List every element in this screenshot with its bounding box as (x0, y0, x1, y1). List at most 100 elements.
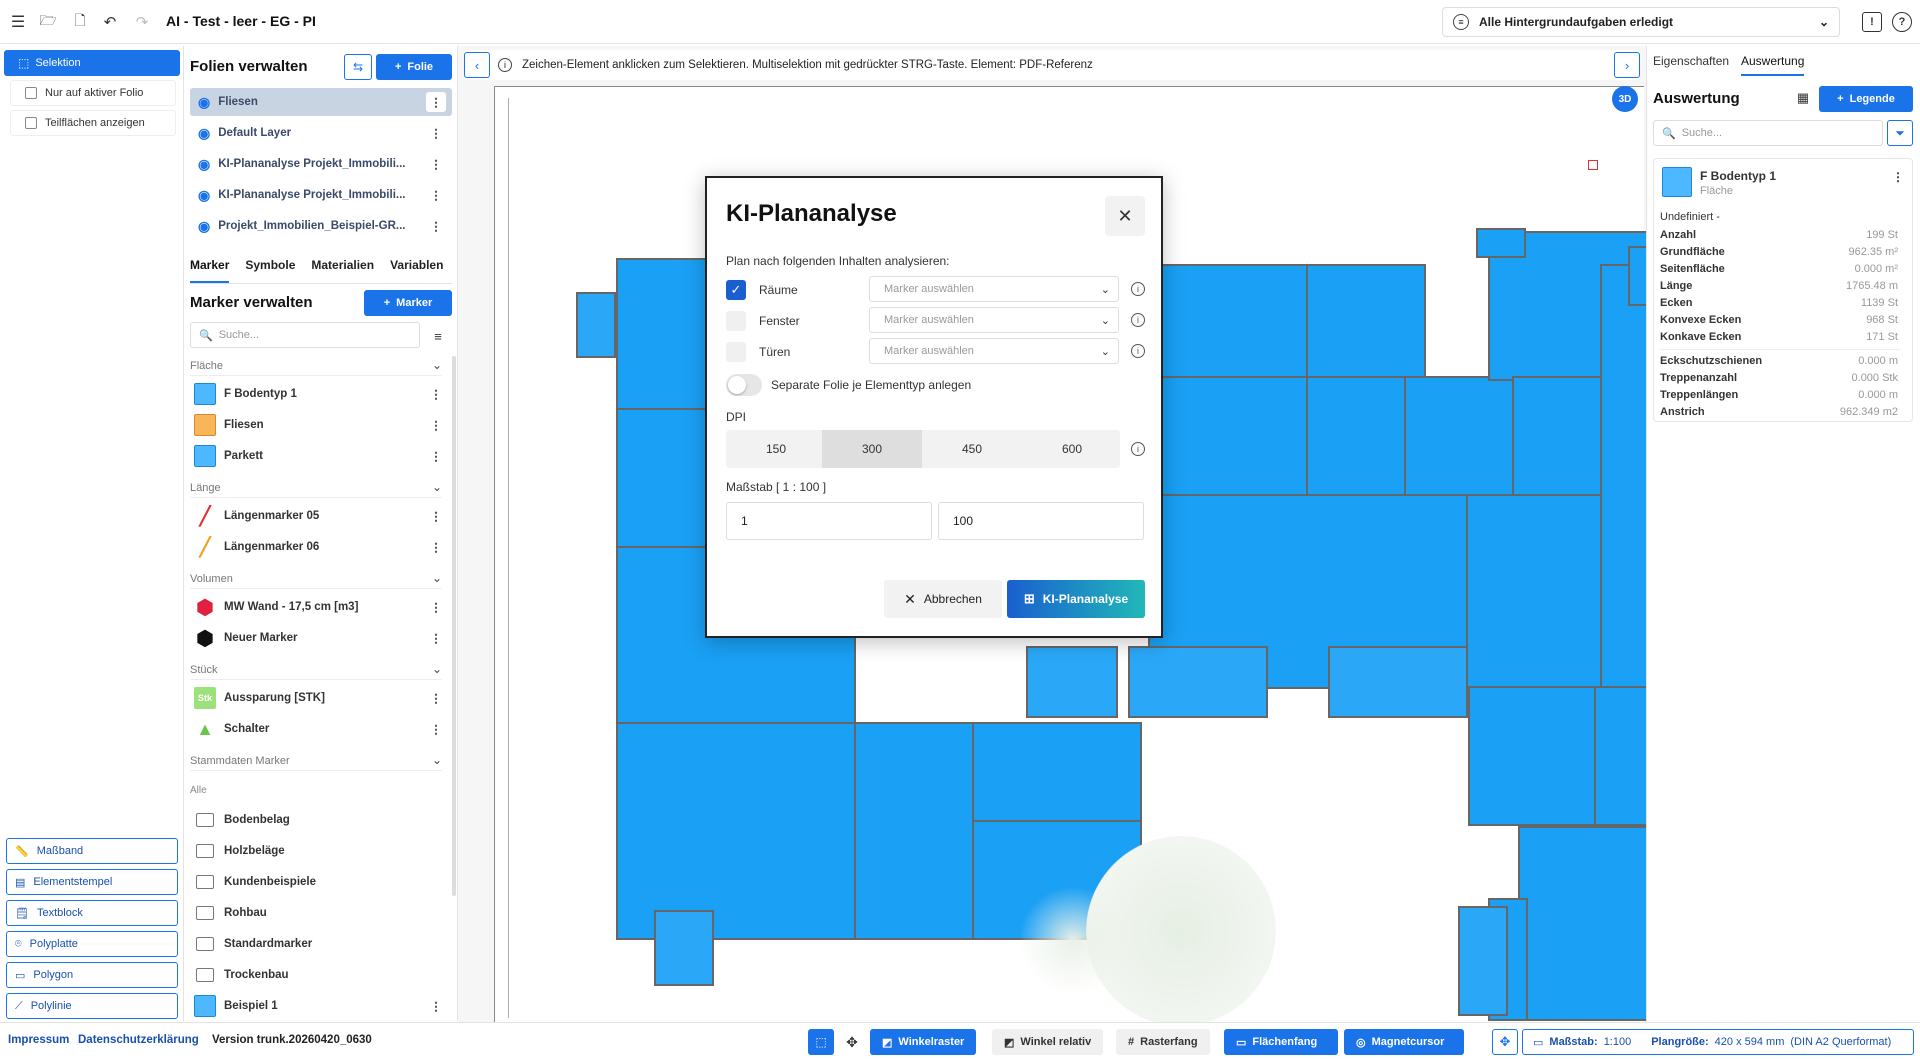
view-3d-button[interactable]: 3D (1612, 86, 1638, 112)
room-area[interactable] (854, 722, 974, 940)
folder-item[interactable]: Standardmarker (190, 930, 446, 958)
more-icon[interactable]: ⋮ (426, 996, 446, 1016)
marker-item[interactable]: Fliesen ⋮ (190, 411, 446, 439)
tab-eigenschaften[interactable]: Eigenschaften (1653, 54, 1729, 68)
more-icon[interactable]: ⋮ (426, 537, 446, 557)
folder-item[interactable]: Kundenbeispiele (190, 868, 446, 896)
info-icon[interactable]: i (1131, 313, 1145, 327)
eye-icon[interactable]: ◉ (198, 125, 210, 142)
marker-item[interactable]: ╱ Längenmarker 06 ⋮ (190, 533, 446, 561)
dpi-option-selected[interactable]: 300 (822, 430, 922, 468)
dpi-option[interactable]: 150 (726, 430, 826, 468)
room-area[interactable] (1306, 376, 1406, 496)
winkel-relativ-toggle[interactable]: ◩ Winkel relativ (992, 1029, 1104, 1055)
scale-right-input[interactable]: 100 (938, 502, 1144, 540)
room-area[interactable] (1628, 246, 1646, 306)
add-folie-button[interactable]: + Folie (376, 54, 452, 80)
help-icon[interactable]: ? (1892, 12, 1912, 32)
more-icon[interactable]: ⋮ (426, 154, 446, 174)
room-area[interactable] (1594, 686, 1646, 826)
show-subareas-checkbox[interactable]: Teilflächen anzeigen (10, 110, 176, 136)
move-icon[interactable]: ✥ (842, 1032, 862, 1052)
room-area[interactable] (1148, 376, 1308, 496)
marker-item[interactable]: ▲ Schalter ⋮ (190, 715, 446, 743)
tab-symbole[interactable]: Symbole (245, 258, 295, 283)
marker-item[interactable]: ╱ Längenmarker 05 ⋮ (190, 502, 446, 530)
winkelraster-toggle[interactable]: ◩ Winkelraster (870, 1029, 977, 1055)
more-icon[interactable]: ⋮ (426, 719, 446, 739)
marker-search-field[interactable]: 🔍 Suche... (190, 322, 420, 348)
layer-item-fliesen[interactable]: ◉ Fliesen ⋮ (190, 88, 452, 116)
info-icon[interactable]: i (1131, 344, 1145, 358)
eye-icon[interactable]: ◉ (198, 94, 210, 111)
tab-auswertung[interactable]: Auswertung (1741, 54, 1805, 76)
group-laenge[interactable]: Länge ⌄ (190, 480, 442, 498)
tab-variablen[interactable]: Variablen (390, 258, 443, 283)
room-area[interactable] (1476, 228, 1526, 258)
element-stamp-tool[interactable]: ▤ Elementstempel (6, 869, 178, 895)
marker-item[interactable]: ⬢ MW Wand - 17,5 cm [m3] ⋮ (190, 593, 446, 621)
tab-materialien[interactable]: Materialien (311, 258, 374, 283)
auswertung-search-field[interactable]: 🔍 Suche... (1653, 120, 1883, 146)
balcony-area[interactable] (654, 910, 714, 986)
measure-tape-tool[interactable]: 📏 Maßband (6, 838, 178, 864)
magnetcursor-toggle[interactable]: ◎ Magnetcursor (1344, 1029, 1464, 1055)
folder-item[interactable]: Rohbau (190, 899, 446, 927)
folder-item[interactable]: Trockenbau (190, 961, 446, 989)
menu-icon[interactable]: ☰ (8, 12, 28, 32)
balcony-area[interactable] (576, 292, 616, 358)
more-icon[interactable]: ⋮ (426, 123, 446, 143)
new-file-icon[interactable]: 🗋 (70, 12, 90, 32)
legend-button[interactable]: + Legende (1819, 86, 1913, 112)
cancel-button[interactable]: ✕ Abbrechen (884, 580, 1002, 618)
impressum-link[interactable]: Impressum (8, 1034, 69, 1046)
balcony-area[interactable] (1026, 646, 1118, 718)
group-stammdaten[interactable]: Stammdaten Marker ⌄ (190, 753, 442, 771)
selection-tool-button[interactable]: ⬚ Selektion (4, 50, 180, 76)
more-icon[interactable]: ⋮ (426, 216, 446, 236)
scale-left-input[interactable]: 1 (726, 502, 932, 540)
dpi-option[interactable]: 450 (922, 430, 1022, 468)
close-icon[interactable]: ✕ (1105, 196, 1145, 236)
group-flaeche[interactable]: Fläche ⌄ (190, 358, 442, 376)
marker-item[interactable]: F Bodentyp 1 ⋮ (190, 380, 446, 408)
tueren-checkbox[interactable] (726, 342, 746, 362)
room-area[interactable] (972, 722, 1142, 822)
group-volumen[interactable]: Volumen ⌄ (190, 571, 442, 589)
more-icon[interactable]: ⋮ (426, 688, 446, 708)
group-stueck[interactable]: Stück ⌄ (190, 662, 442, 680)
feedback-icon[interactable]: ! (1862, 12, 1882, 32)
layer-item[interactable]: ◉ KI-Plananalyse Projekt_Immobili... ⋮ (190, 181, 452, 209)
layer-item[interactable]: ◉ KI-Plananalyse Projekt_Immobili... ⋮ (190, 150, 452, 178)
layer-manage-icon[interactable]: ⇆ (344, 54, 372, 80)
add-marker-button[interactable]: + Marker (364, 290, 452, 316)
more-icon[interactable]: ⋮ (426, 597, 446, 617)
info-icon[interactable]: i (1131, 442, 1145, 456)
more-icon[interactable]: ⋮ (426, 92, 446, 112)
folder-item[interactable]: Holzbeläge (190, 837, 446, 865)
scrollbar[interactable] (452, 356, 456, 896)
balcony-area[interactable] (1128, 646, 1268, 718)
room-area[interactable] (1518, 826, 1646, 1021)
room-area[interactable] (1468, 686, 1598, 826)
room-area[interactable] (1512, 376, 1602, 496)
more-icon[interactable]: ⋮ (426, 384, 446, 404)
balcony-area[interactable] (1328, 646, 1468, 718)
fenster-marker-select[interactable]: Marker auswählen ⌄ (869, 307, 1119, 333)
eye-icon[interactable]: ◉ (198, 156, 210, 173)
raeume-checkbox[interactable]: ✓ (726, 280, 746, 300)
polygon-tool[interactable]: ▭ Polygon (6, 962, 178, 988)
marker-item[interactable]: Stk Aussparung [STK] ⋮ (190, 684, 446, 712)
text-block-tool[interactable]: 🗒 Textblock (6, 900, 178, 926)
room-area[interactable] (1600, 264, 1646, 694)
filter-icon[interactable]: ⏷ (1887, 120, 1913, 146)
more-icon[interactable]: ⋮ (426, 506, 446, 526)
eye-icon[interactable]: ◉ (198, 187, 210, 204)
more-icon[interactable]: ⋮ (426, 415, 446, 435)
background-tasks-dropdown[interactable]: ≡ Alle Hintergrundaufgaben erledigt ⌄ (1442, 7, 1840, 37)
room-area[interactable] (1148, 264, 1308, 379)
select-cursor-icon[interactable]: ⬚ (808, 1029, 834, 1055)
pan-icon[interactable]: ✥ (1492, 1029, 1518, 1055)
marker-item[interactable]: ⬢ Neuer Marker ⋮ (190, 624, 446, 652)
tueren-marker-select[interactable]: Marker auswählen ⌄ (869, 338, 1119, 364)
